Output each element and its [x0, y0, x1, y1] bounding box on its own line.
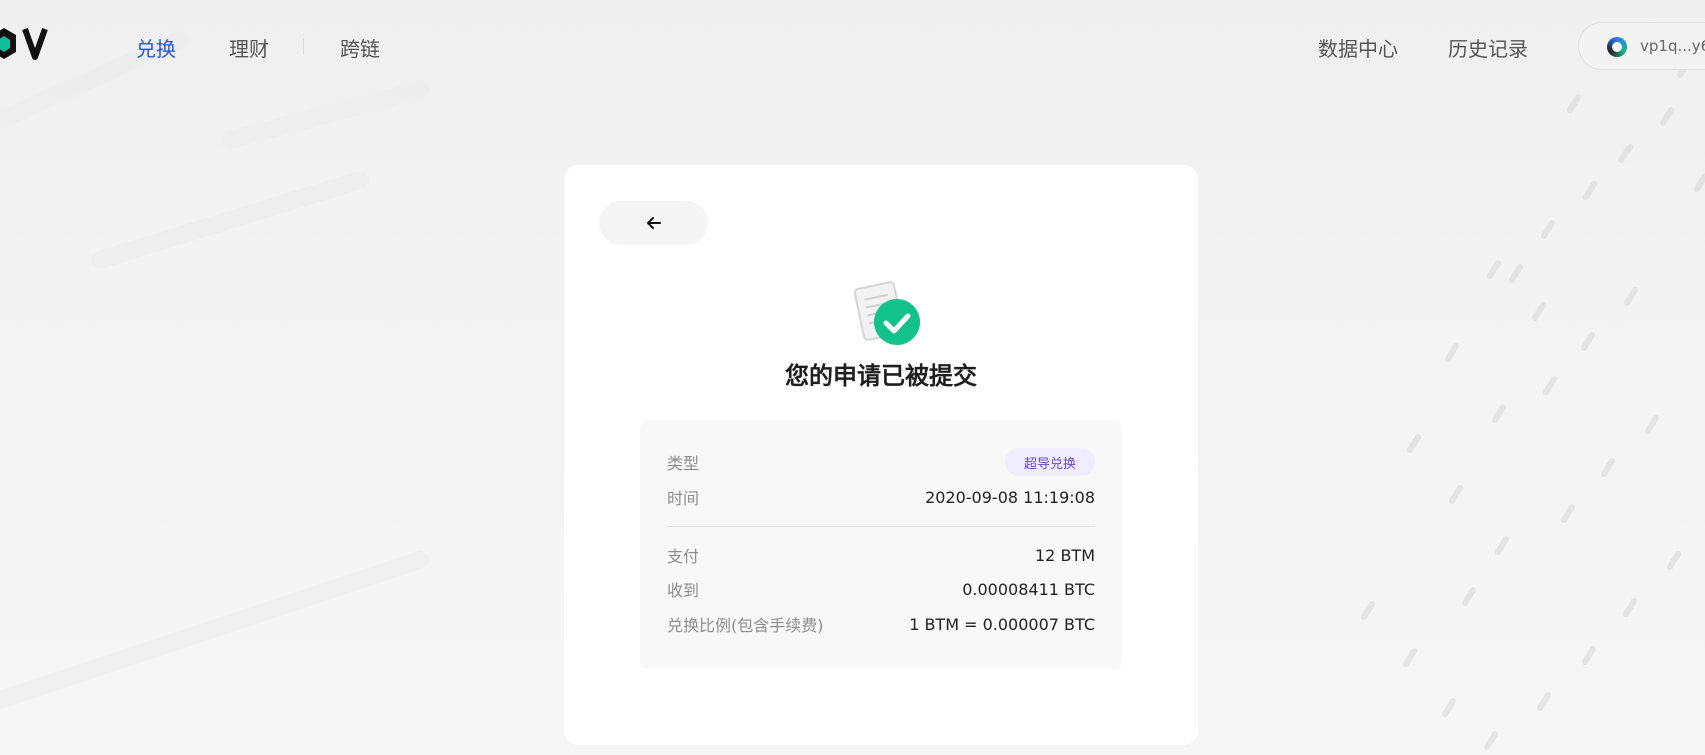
detail-row-pay: 支付 12 BTM [667, 543, 1095, 567]
rate-value: 1 BTM = 0.000007 BTC [909, 614, 1095, 634]
document-check-icon [853, 281, 920, 345]
receive-value: 0.00008411 BTC [962, 579, 1095, 599]
detail-row-rate: 兑换比例(包含手续费) 1 BTM = 0.000007 BTC [667, 612, 1095, 636]
nav-data-center[interactable]: 数据中心 [1318, 33, 1398, 62]
detail-row-time: 时间 2020-09-08 11:19:08 [667, 485, 1095, 509]
success-illustration [841, 277, 931, 357]
brand-logo[interactable] [0, 25, 64, 67]
nav-cross-chain[interactable]: 跨链 [340, 33, 380, 62]
pay-label: 支付 [667, 547, 700, 566]
wallet-icon [1607, 37, 1627, 57]
nav-exchange[interactable]: 兑换 [136, 33, 176, 62]
transaction-details-panel: 类型 超导兑换 时间 2020-09-08 11:19:08 支付 12 BTM… [640, 420, 1122, 669]
nav-finance[interactable]: 理财 [229, 33, 269, 62]
arrow-left-icon [646, 217, 661, 229]
type-badge: 超导兑换 [1004, 448, 1095, 476]
time-value: 2020-09-08 11:19:08 [925, 487, 1095, 507]
wallet-address: vp1q...y6 [1640, 37, 1705, 55]
submission-title: 您的申请已被提交 [785, 362, 977, 390]
receive-label: 收到 [667, 581, 700, 600]
top-navigation: 兑换 理财 跨链 数据中心 历史记录 vp1q...y6 [0, 0, 1705, 92]
time-label: 时间 [667, 489, 700, 508]
details-divider [667, 526, 1095, 527]
detail-row-type: 类型 超导兑换 [667, 448, 1095, 476]
nav-separator [303, 38, 304, 54]
rate-label: 兑换比例(包含手续费) [667, 616, 824, 635]
detail-row-receive: 收到 0.00008411 BTC [667, 577, 1095, 601]
pay-value: 12 BTM [1035, 545, 1095, 565]
nav-history[interactable]: 历史记录 [1448, 33, 1528, 62]
wallet-button[interactable]: vp1q...y6 [1578, 22, 1705, 70]
type-label: 类型 [667, 454, 700, 473]
back-button[interactable] [599, 201, 708, 245]
submission-result-card: 您的申请已被提交 类型 超导兑换 时间 2020-09-08 11:19:08 … [564, 165, 1198, 745]
